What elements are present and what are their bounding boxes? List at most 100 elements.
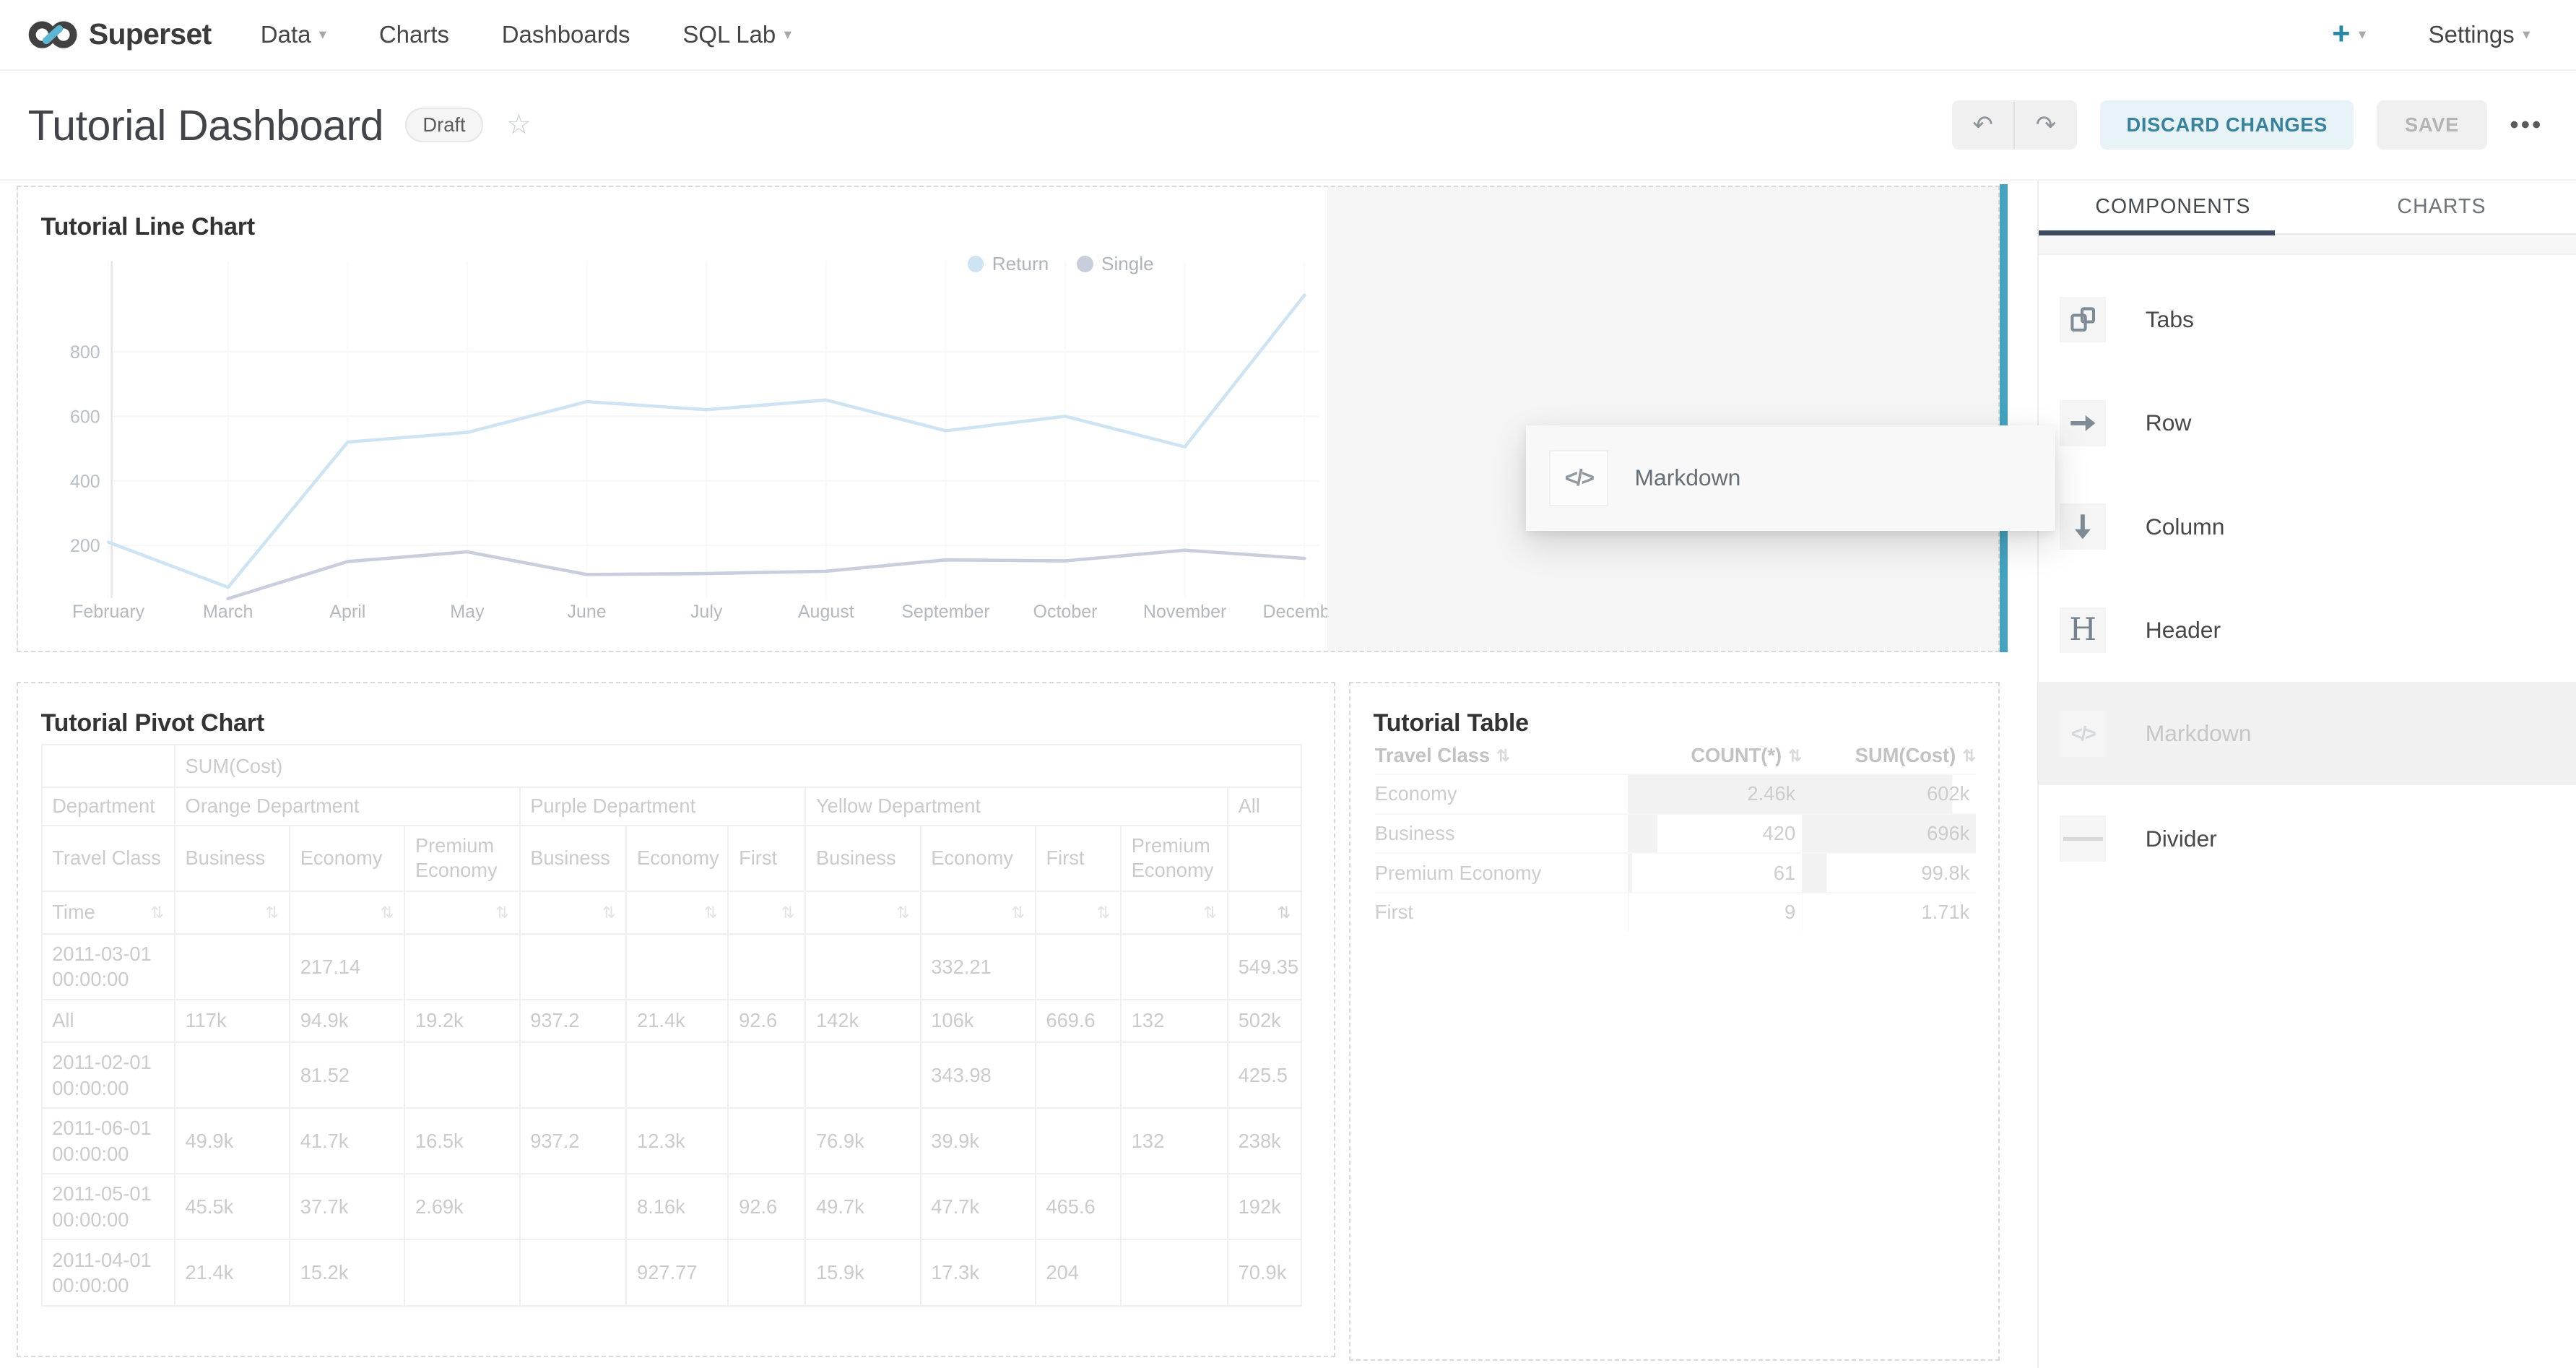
- pivot-cell: 204: [1036, 1239, 1121, 1305]
- superset-logo[interactable]: Superset: [0, 17, 234, 53]
- pivot-sort-col[interactable]: ⇅: [1228, 891, 1301, 934]
- cell-count: 9: [1628, 893, 1802, 932]
- pivot-sort-col[interactable]: ⇅: [805, 891, 920, 934]
- pivot-cell: 76.9k: [805, 1108, 920, 1174]
- chart-title: Tutorial Pivot Chart: [41, 709, 264, 737]
- favorite-star-icon[interactable]: ☆: [506, 111, 532, 139]
- pivot-cell: 19.2k: [404, 1000, 519, 1042]
- panel-item-markdown[interactable]: </>Markdown: [2039, 682, 2576, 785]
- pivot-sort-col[interactable]: ⇅: [290, 891, 404, 934]
- top-navbar: Superset Data▾ChartsDashboardsSQL Lab▾ +…: [0, 0, 2576, 71]
- pivot-class-header: Premium Economy: [1121, 826, 1228, 891]
- redo-button[interactable]: ↷: [2015, 100, 2077, 150]
- add-new-button[interactable]: + ▾: [2316, 19, 2382, 50]
- pivot-chart-card[interactable]: Tutorial Pivot Chart SUM(Cost)Department…: [17, 682, 1336, 1357]
- superset-dashboard-edit-page: Superset Data▾ChartsDashboardsSQL Lab▾ +…: [0, 0, 2576, 1368]
- pivot-cell: 106k: [921, 1000, 1036, 1042]
- settings-menu[interactable]: Settings ▾: [2382, 21, 2546, 48]
- tab-charts[interactable]: CHARTS: [2307, 181, 2576, 233]
- discard-changes-button[interactable]: DISCARD CHANGES: [2100, 100, 2354, 150]
- pivot-cell: 465.6: [1036, 1174, 1121, 1239]
- pivot-cell: 49.7k: [805, 1174, 920, 1239]
- pivot-cell: 16.5k: [404, 1108, 519, 1174]
- panel-item-column[interactable]: Column: [2039, 475, 2576, 578]
- pivot-cell: [1036, 1042, 1121, 1108]
- pivot-cell: 94.9k: [290, 1000, 404, 1042]
- pivot-sort-col[interactable]: ⇅: [921, 891, 1036, 934]
- chevron-down-icon: ▾: [319, 25, 326, 43]
- pivot-class-header: Business: [520, 826, 627, 891]
- col-header-travel-class[interactable]: Travel Class⇅: [1375, 744, 1628, 767]
- col-header-count[interactable]: COUNT(*)⇅: [1628, 744, 1802, 767]
- column-arrow-icon: [2060, 503, 2106, 550]
- panel-item-label: Markdown: [2146, 720, 2252, 747]
- pivot-cell: [404, 1042, 519, 1108]
- pivot-row-label: 2011-02-0100:00:00: [42, 1042, 175, 1108]
- nav-link-sql-lab[interactable]: SQL Lab▾: [656, 0, 818, 69]
- col-header-sum[interactable]: SUM(Cost)⇅: [1802, 744, 1976, 767]
- pivot-row-label: 2011-04-0100:00:00: [42, 1239, 175, 1305]
- sort-icon: ⇅: [1011, 903, 1025, 922]
- pivot-sort-col[interactable]: ⇅: [1121, 891, 1228, 934]
- pivot-cell: [520, 1042, 627, 1108]
- pivot-cell: 92.6: [728, 1000, 805, 1042]
- pivot-cell: [1036, 934, 1121, 1000]
- panel-item-label: Row: [2146, 410, 2192, 436]
- redo-icon: ↷: [2036, 111, 2057, 139]
- pivot-cell: [175, 934, 290, 1000]
- tab-components[interactable]: COMPONENTS: [2039, 181, 2307, 233]
- legend-label: Return: [992, 253, 1049, 275]
- svg-text:May: May: [450, 602, 485, 622]
- dashboard-row-line-chart[interactable]: Tutorial Line Chart ReturnSingle 2004006…: [17, 186, 2000, 652]
- panel-item-tabs[interactable]: Tabs: [2039, 268, 2576, 371]
- legend-item-return[interactable]: Return: [968, 253, 1049, 275]
- sort-icon: ⇅: [781, 903, 795, 922]
- pivot-sort-col[interactable]: ⇅: [175, 891, 290, 934]
- cell-count: 61: [1628, 854, 1802, 892]
- pivot-sort-col[interactable]: ⇅: [520, 891, 627, 934]
- markdown-code-icon: </>: [1549, 450, 1608, 506]
- pivot-sort-time[interactable]: Time⇅: [42, 891, 175, 934]
- pivot-cell: [626, 934, 728, 1000]
- pivot-class-header: Economy: [921, 826, 1036, 891]
- cell-count: 2.46k: [1628, 775, 1802, 813]
- pivot-cell: 12.3k: [626, 1108, 728, 1174]
- ellipsis-menu-icon[interactable]: •••: [2510, 111, 2543, 139]
- line-chart-card[interactable]: Tutorial Line Chart ReturnSingle 2004006…: [18, 187, 1327, 651]
- sort-icon: ⇅: [1203, 903, 1217, 922]
- pivot-row-label: 2011-06-0100:00:00: [42, 1108, 175, 1174]
- pivot-group-header: Purple Department: [520, 787, 806, 825]
- pivot-class-header: Business: [175, 826, 290, 891]
- table-chart-card[interactable]: Tutorial Table Travel Class⇅ COUNT(*)⇅ S…: [1349, 682, 2000, 1361]
- pivot-sort-col[interactable]: ⇅: [404, 891, 519, 934]
- sort-icon: ⇅: [1278, 903, 1291, 922]
- nav-link-data[interactable]: Data▾: [234, 0, 352, 69]
- nav-link-dashboards[interactable]: Dashboards: [475, 0, 656, 69]
- settings-label: Settings: [2429, 21, 2515, 48]
- pivot-cell: 15.2k: [290, 1239, 404, 1305]
- pivot-cell: [404, 934, 519, 1000]
- undo-button[interactable]: ↶: [1952, 100, 2014, 150]
- panel-item-divider[interactable]: Divider: [2039, 787, 2576, 891]
- pivot-cell: 669.6: [1036, 1000, 1121, 1042]
- panel-item-header[interactable]: HHeader: [2039, 579, 2576, 682]
- cell-count: 420: [1628, 815, 1802, 853]
- nav-link-charts[interactable]: Charts: [352, 0, 475, 69]
- pivot-sort-col[interactable]: ⇅: [728, 891, 805, 934]
- svg-text:600: 600: [70, 407, 100, 427]
- pivot-sort-col[interactable]: ⇅: [1036, 891, 1121, 934]
- save-button[interactable]: SAVE: [2377, 100, 2486, 150]
- table-row: First 9 1.71k: [1375, 892, 1977, 932]
- cell-travel-class: Premium Economy: [1375, 854, 1628, 892]
- drop-target-indicator: [2000, 184, 2008, 652]
- drag-ghost-markdown[interactable]: </> Markdown: [1526, 425, 2055, 531]
- legend-item-single[interactable]: Single: [1077, 253, 1154, 275]
- pivot-sort-col[interactable]: ⇅: [626, 891, 728, 934]
- cell-travel-class: First: [1375, 893, 1628, 932]
- drag-ghost-label: Markdown: [1635, 464, 1741, 491]
- panel-item-row[interactable]: Row: [2039, 371, 2576, 475]
- panel-item-label: Divider: [2146, 826, 2217, 852]
- header-actions: ↶ ↷ DISCARD CHANGES SAVE •••: [1952, 100, 2576, 150]
- pivot-cell: 92.6: [728, 1174, 805, 1239]
- undo-redo-group: ↶ ↷: [1952, 100, 2077, 150]
